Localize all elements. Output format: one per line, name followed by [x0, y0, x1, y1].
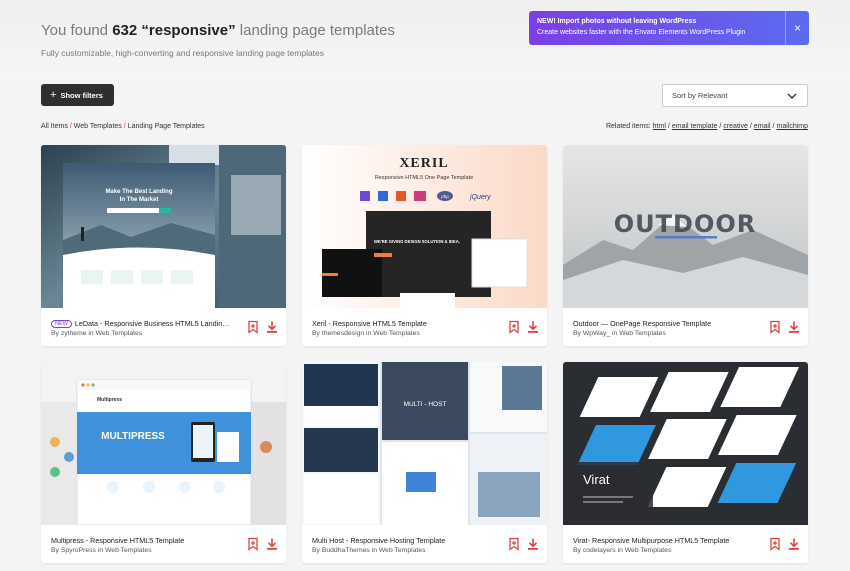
template-card[interactable]: MULTI - HOST Multi Host - Responsive Hos…: [302, 362, 547, 563]
results-headline: You found 632 “responsive” landing page …: [41, 22, 395, 39]
chevron-down-icon: [787, 93, 797, 99]
download-icon[interactable]: [787, 537, 801, 551]
new-badge: NEW: [51, 320, 72, 328]
template-thumbnail[interactable]: Virat: [563, 362, 808, 525]
thumb-title: MULTI - HOST: [404, 401, 447, 408]
download-icon[interactable]: [265, 537, 279, 551]
template-author[interactable]: By BuddhaThemes in Web Templates: [312, 547, 425, 554]
plus-icon: +: [50, 89, 57, 101]
show-filters-label: Show filters: [60, 90, 103, 100]
download-icon[interactable]: [526, 537, 540, 551]
thumb-php-logo: php: [440, 194, 449, 199]
sort-label: Sort by Relevant: [672, 91, 728, 100]
template-thumbnail[interactable]: XERIL Responsive HTML5 One Page Template…: [302, 145, 547, 308]
download-icon[interactable]: [526, 320, 540, 334]
bookmark-icon[interactable]: [507, 320, 521, 334]
template-card[interactable]: XERIL Responsive HTML5 One Page Template…: [302, 145, 547, 346]
template-title[interactable]: NEW LeData - Responsive Business HTML5 La…: [51, 319, 231, 328]
headline-suffix: landing page templates: [239, 22, 395, 39]
promo-banner[interactable]: NEW! Import photos without leaving WordP…: [529, 11, 809, 45]
thumb-title: XERIL: [399, 156, 448, 171]
template-card[interactable]: Virat Virat- Responsive Multipurpose HTM…: [563, 362, 808, 563]
template-title[interactable]: Xeril - Responsive HTML5 Template: [312, 319, 492, 328]
template-card[interactable]: Make The Best Landing In The Market NEW L…: [41, 145, 286, 346]
thumb-brand: Multipress: [97, 397, 122, 403]
related-label: Related items:: [605, 123, 651, 130]
breadcrumb-all-items[interactable]: All Items: [41, 123, 68, 130]
thumb-title: OUTDOOR: [614, 210, 756, 238]
breadcrumb-landing-page-templates[interactable]: Landing Page Templates: [128, 123, 205, 130]
related-separator: /: [749, 123, 752, 130]
template-thumbnail[interactable]: MULTI - HOST: [302, 362, 547, 525]
template-title[interactable]: Outdoor — OnePage Responsive Template: [573, 319, 753, 328]
result-count: 632: [112, 22, 138, 39]
related-link-email-template[interactable]: email template: [672, 123, 718, 130]
template-author[interactable]: By themesdesign in Web Templates: [312, 330, 420, 337]
thumb-heading-line-1: Make The Best Landing: [105, 189, 172, 195]
sort-dropdown[interactable]: Sort by Relevant: [662, 84, 808, 107]
breadcrumb-separator: /: [123, 123, 126, 130]
breadcrumb: All Items / Web Templates / Landing Page Tem…: [41, 123, 205, 130]
promo-text[interactable]: Create websites faster with the Envato E…: [537, 29, 745, 36]
template-author[interactable]: By WpWay_ in Web Templates: [573, 330, 666, 337]
template-thumbnail[interactable]: OUTDOOR: [563, 145, 808, 308]
show-filters-button[interactable]: + Show filters: [41, 84, 114, 106]
headline-prefix: You found: [41, 22, 109, 39]
promo-title: NEW! Import photos without leaving WordP…: [537, 18, 697, 25]
related-separator: /: [667, 123, 670, 130]
template-thumbnail[interactable]: Make The Best Landing In The Market: [41, 145, 286, 308]
template-title[interactable]: Virat- Responsive Multipurpose HTML5 Tem…: [573, 536, 753, 545]
thumb-jquery-logo: jQuery: [469, 194, 491, 201]
thumb-heading-line-2: In The Market: [120, 197, 159, 203]
template-title[interactable]: Multi Host - Responsive Hosting Template: [312, 536, 492, 545]
related-separator: /: [719, 123, 722, 130]
related-link-html[interactable]: html: [653, 123, 666, 130]
related-link-mailchimp[interactable]: mailchimp: [776, 123, 808, 130]
breadcrumb-separator: /: [69, 123, 72, 130]
related-link-email[interactable]: email: [754, 123, 771, 130]
template-card[interactable]: Multipress MULTIPRESS Multipress - Respo…: [41, 362, 286, 563]
download-icon[interactable]: [787, 320, 801, 334]
thumb-hero-text: WE'RE GIVING DESIGN SOLUTION & IDEA.: [374, 239, 460, 244]
bookmark-icon[interactable]: [507, 537, 521, 551]
thumb-title: Virat: [583, 472, 610, 487]
search-query: “responsive”: [141, 22, 236, 39]
bookmark-icon[interactable]: [768, 320, 782, 334]
related-separator: /: [772, 123, 775, 130]
template-author[interactable]: By zytheme in Web Templates: [51, 330, 142, 337]
thumb-subtitle: Responsive HTML5 One Page Template: [375, 175, 473, 181]
template-title[interactable]: Multipress - Responsive HTML5 Template: [51, 536, 231, 545]
close-icon[interactable]: ×: [785, 11, 809, 45]
bookmark-icon[interactable]: [246, 320, 260, 334]
template-author[interactable]: By SpyroPress in Web Templates: [51, 547, 152, 554]
template-author[interactable]: By codelayers in Web Templates: [573, 547, 671, 554]
thumb-title: MULTIPRESS: [101, 431, 165, 442]
download-icon[interactable]: [265, 320, 279, 334]
related-items: Related items: html / email template / creat…: [606, 123, 808, 130]
bookmark-icon[interactable]: [768, 537, 782, 551]
template-thumbnail[interactable]: Multipress MULTIPRESS: [41, 362, 286, 525]
bookmark-icon[interactable]: [246, 537, 260, 551]
related-link-creative[interactable]: creative: [723, 123, 748, 130]
breadcrumb-web-templates[interactable]: Web Templates: [74, 123, 122, 130]
template-title-text: LeData - Responsive Business HTML5 Landi…: [74, 319, 231, 328]
results-subheading: Fully customizable, high-converting and …: [41, 48, 325, 58]
template-card[interactable]: OUTDOOR Outdoor — OnePage Responsive Tem…: [563, 145, 808, 346]
